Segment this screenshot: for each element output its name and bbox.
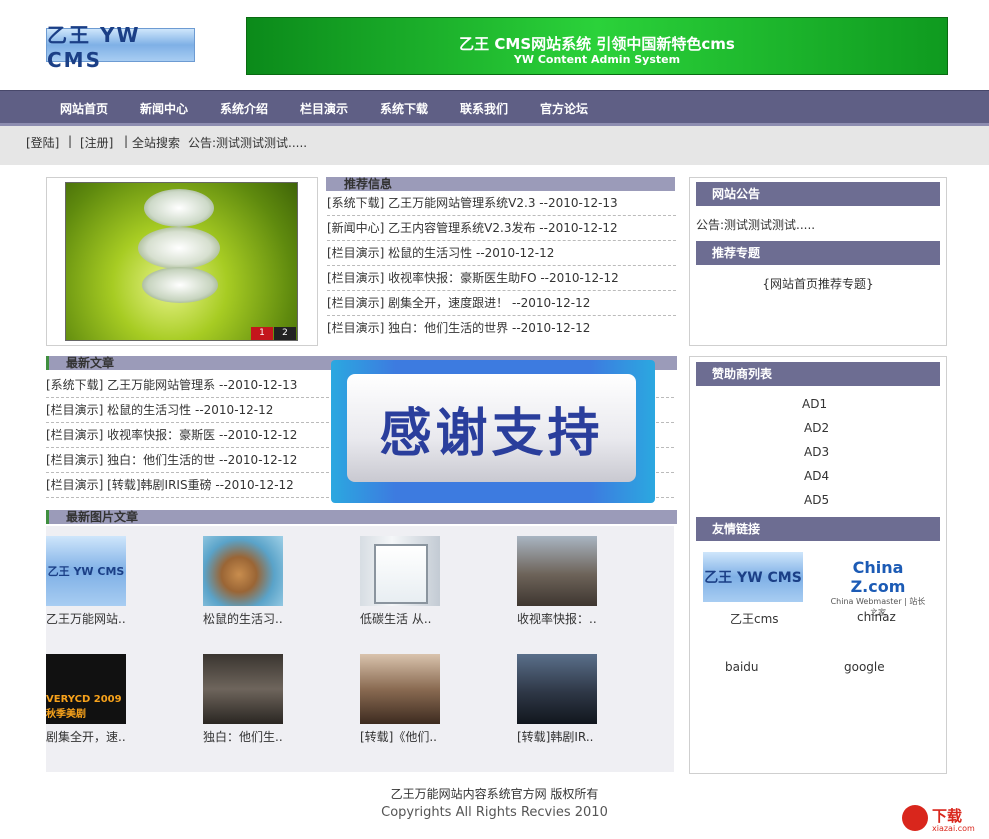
picture-thumb[interactable]: VERYCD 2009秋季美剧: [46, 654, 126, 724]
ad-slot[interactable]: AD4: [804, 469, 829, 483]
picture-thumb[interactable]: [517, 654, 597, 724]
banner-title: 乙王 CMS网站系统 引领中国新特色cms: [459, 35, 735, 53]
friend-link[interactable]: 乙王cms: [730, 610, 779, 627]
recommended-item[interactable]: [系统下载] 乙王万能网站管理系统V2.3 --2010-12-13: [327, 191, 676, 216]
notice-marquee: 公告:测试测试测试.....: [188, 136, 308, 150]
globe-shape: [144, 189, 214, 227]
site-search-link[interactable]: 全站搜索: [132, 134, 180, 151]
nav-home[interactable]: 网站首页: [60, 100, 108, 117]
topic-text: {网站首页推荐专题}: [762, 277, 874, 291]
picture-caption[interactable]: 松鼠的生活习..: [203, 610, 283, 627]
recommended-item[interactable]: [新闻中心] 乙王内容管理系统V2.3发布 --2010-12-12: [327, 216, 676, 241]
recommended-title-text: 推荐信息: [344, 177, 393, 191]
ad-slot[interactable]: AD2: [804, 421, 829, 435]
pictures-title: 最新图片文章: [46, 510, 677, 524]
recommended-item[interactable]: [栏目演示] 独白：他们生活的世界 --2010-12-12: [327, 316, 676, 340]
footer-rights: Copyrights All Rights Recvies 2010: [381, 805, 608, 820]
picture-caption[interactable]: 剧集全开，速..: [46, 728, 126, 745]
watermark-text: 下载: [932, 807, 963, 825]
nav-demo[interactable]: 栏目演示: [300, 100, 348, 117]
picture-thumb[interactable]: [203, 654, 283, 724]
user-bar: [登陆] | [注册] | 全站搜索 公告:测试测试测试.....: [0, 126, 989, 165]
nav-download[interactable]: 系统下载: [380, 100, 428, 117]
thanks-banner-text: 感谢支持: [347, 374, 636, 482]
picture-thumb[interactable]: [360, 536, 440, 606]
notice-text: 公告:测试测试测试.....: [696, 218, 816, 232]
picture-caption[interactable]: 收视率快报：..: [517, 610, 597, 627]
site-logo[interactable]: 乙王 YW CMS: [46, 23, 195, 72]
nav-forum[interactable]: 官方论坛: [540, 100, 588, 117]
watermark-sub: xiazai.com: [932, 824, 975, 833]
sponsor-title: 赞助商列表: [696, 362, 940, 386]
watermark-logo: 下载 xiazai.com: [902, 805, 982, 835]
login-link[interactable]: [登陆]: [26, 134, 59, 151]
pictures-grid: 乙王 YW CMS 乙王万能网站.. 松鼠的生活习.. 低碳生活 从.. 收视率…: [46, 526, 674, 772]
ad-slot[interactable]: AD3: [804, 445, 829, 459]
fridge-shape: [374, 544, 428, 604]
picture-caption[interactable]: 独白：他们生..: [203, 728, 283, 745]
picture-thumb[interactable]: [517, 536, 597, 606]
friend-link-logo-yw[interactable]: 乙王 YW CMS: [703, 552, 803, 602]
globe-shape: [138, 227, 220, 269]
recommended-title: 推荐信息: [326, 177, 675, 191]
friend-link-logo-chinaz[interactable]: China Z.com China Webmaster | 站长之家: [828, 558, 928, 617]
slideshow-image[interactable]: 1 2: [65, 182, 298, 341]
main-nav: 网站首页 新闻中心 系统介绍 栏目演示 系统下载 联系我们 官方论坛: [0, 90, 989, 126]
pictures-title-text: 最新图片文章: [66, 510, 139, 524]
friend-link[interactable]: google: [844, 660, 885, 674]
friend-link[interactable]: baidu: [725, 660, 759, 674]
notice-title-text: 网站公告: [712, 187, 761, 201]
recommended-item[interactable]: [栏目演示] 剧集全开，速度跟进！ --2010-12-12: [327, 291, 676, 316]
picture-caption[interactable]: [转载]《他们..: [360, 728, 437, 745]
latest-title-text: 最新文章: [66, 356, 115, 370]
chinaz-logo-text: China Z.com: [850, 558, 906, 596]
links-title: 友情链接: [696, 517, 940, 541]
separator: |: [68, 134, 73, 148]
globe-shape: [142, 267, 218, 303]
nav-news[interactable]: 新闻中心: [140, 100, 188, 117]
ad-slot[interactable]: AD1: [802, 397, 827, 411]
notice-title: 网站公告: [696, 182, 940, 206]
watermark-icon: [902, 805, 928, 831]
topic-title-text: 推荐专题: [712, 246, 761, 260]
register-link[interactable]: [注册]: [80, 134, 113, 151]
picture-caption[interactable]: 低碳生活 从..: [360, 610, 431, 627]
picture-thumb[interactable]: [203, 536, 283, 606]
banner-subtitle: YW Content Admin System: [513, 53, 681, 66]
picture-caption[interactable]: 乙王万能网站..: [46, 610, 126, 627]
recommended-item[interactable]: [栏目演示] 收视率快报：豪斯医生助FO --2010-12-12: [327, 266, 676, 291]
links-title-text: 友情链接: [712, 522, 761, 536]
topic-title: 推荐专题: [696, 241, 940, 265]
thanks-banner[interactable]: 感谢支持: [331, 360, 655, 503]
recommended-item[interactable]: [栏目演示] 松鼠的生活习性 --2010-12-12: [327, 241, 676, 266]
nav-intro[interactable]: 系统介绍: [220, 100, 268, 117]
nav-contact[interactable]: 联系我们: [460, 100, 508, 117]
header-banner[interactable]: 乙王 CMS网站系统 引领中国新特色cms YW Content Admin S…: [246, 17, 948, 75]
picture-thumb[interactable]: [360, 654, 440, 724]
friend-link[interactable]: chinaz: [857, 610, 896, 624]
slide-page-2[interactable]: 2: [274, 327, 296, 340]
separator: |: [124, 134, 129, 148]
picture-thumb[interactable]: 乙王 YW CMS: [46, 536, 126, 606]
footer-copyright: 乙王万能网站内容系统官方网 版权所有: [390, 787, 599, 801]
picture-caption[interactable]: [转载]韩剧IR..: [517, 728, 593, 745]
ad-slot[interactable]: AD5: [804, 493, 829, 507]
slide-page-1[interactable]: 1: [251, 327, 273, 340]
sponsor-title-text: 赞助商列表: [712, 367, 773, 381]
